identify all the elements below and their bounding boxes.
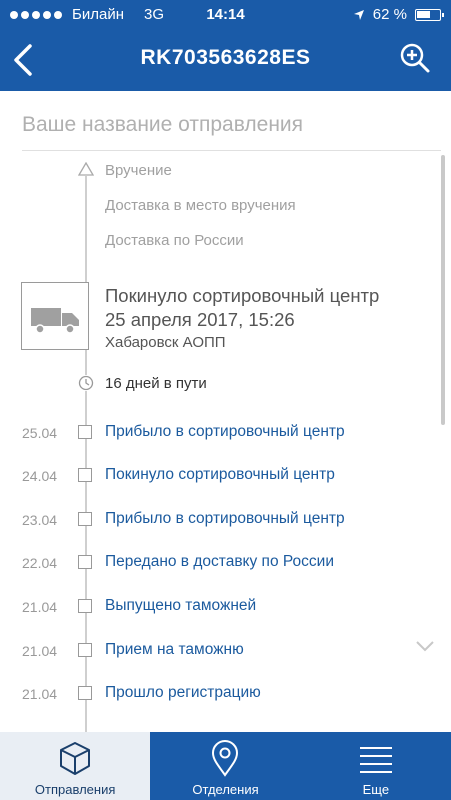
history-event[interactable]: 22.04 Передано в доставку по России [0, 551, 451, 575]
tab-label: Отделения [192, 782, 259, 797]
menu-icon [359, 747, 392, 773]
chevron-down-icon[interactable] [415, 639, 435, 653]
top-bar: Билайн 3G 14:14 62 % RK703563628ES [0, 0, 451, 91]
event-date: 22.04 [22, 555, 58, 571]
location-arrow-icon [353, 9, 364, 20]
event-marker [78, 686, 92, 700]
history-event[interactable]: 21.04 Выпущено таможней [0, 595, 451, 619]
days-in-transit: 16 дней в пути [105, 375, 207, 392]
event-marker [78, 425, 92, 439]
tab-bar: Отправления Отделения Еще [0, 732, 451, 800]
tab-label: Еще [362, 782, 390, 797]
nav-bar: RK703563628ES [0, 30, 451, 91]
future-step: Вручение [105, 162, 172, 179]
future-step: Доставка в место вручения [105, 197, 296, 214]
event-date: 23.04 [22, 512, 58, 528]
tab-offices[interactable]: Отделения [150, 732, 300, 800]
status-right: 62 % [353, 6, 444, 23]
history-event[interactable]: 24.04 Покинуло сортировочный центр [0, 464, 451, 488]
current-datetime: 25 апреля 2017, 15:26 [105, 309, 295, 330]
box-icon [60, 742, 91, 775]
battery-icon [415, 8, 444, 21]
truck-icon [31, 308, 79, 334]
history-event[interactable]: 21.04 Прошло регистрацию [0, 682, 451, 706]
event-date: 25.04 [22, 425, 58, 441]
history-event[interactable]: 23.04 Прибыло в сортировочный центр [0, 508, 451, 532]
shipment-name-input[interactable] [22, 103, 442, 147]
event-text: Покинуло сортировочный центр [105, 466, 335, 483]
event-marker [78, 468, 92, 482]
scrollbar[interactable] [441, 155, 445, 425]
event-marker [78, 512, 92, 526]
event-marker [78, 555, 92, 569]
event-text: Прибыло в сортировочный центр [105, 510, 345, 527]
event-date: 21.04 [22, 599, 58, 615]
battery-percent: 62 % [372, 6, 407, 23]
event-marker [78, 643, 92, 657]
event-text: Выпущено таможней [105, 597, 257, 614]
current-status-text: Покинуло сортировочный центр [105, 285, 380, 306]
current-place: Хабаровск АОПП [105, 334, 226, 351]
event-text: Прием на таможню [105, 641, 244, 658]
triangle-icon [78, 162, 94, 176]
page-title: RK703563628ES [140, 46, 311, 69]
current-status: Покинуло сортировочный центр 25 апреля 2… [105, 284, 445, 332]
location-pin-icon [212, 740, 239, 777]
zoom-button[interactable] [397, 40, 433, 76]
event-text: Передано в доставку по России [105, 553, 334, 570]
status-bar: Билайн 3G 14:14 62 % [0, 0, 451, 30]
event-date: 24.04 [22, 468, 58, 484]
current-status-box [21, 282, 89, 350]
history-event[interactable]: 21.04 Прием на таможню [0, 639, 451, 663]
zoom-in-icon [400, 43, 430, 73]
event-text: Прибыло в сортировочный центр [105, 423, 345, 440]
future-step: Доставка по России [105, 232, 244, 249]
tab-label: Отправления [34, 782, 116, 797]
tab-more[interactable]: Еще [301, 732, 451, 800]
tab-shipments[interactable]: Отправления [0, 732, 151, 800]
divider [22, 150, 441, 151]
event-date: 21.04 [22, 643, 58, 659]
event-date: 21.04 [22, 686, 58, 702]
event-text: Прошло регистрацию [105, 684, 261, 701]
event-marker [78, 599, 92, 613]
clock-icon [78, 375, 94, 391]
history-event[interactable]: 25.04 Прибыло в сортировочный центр [0, 421, 451, 445]
